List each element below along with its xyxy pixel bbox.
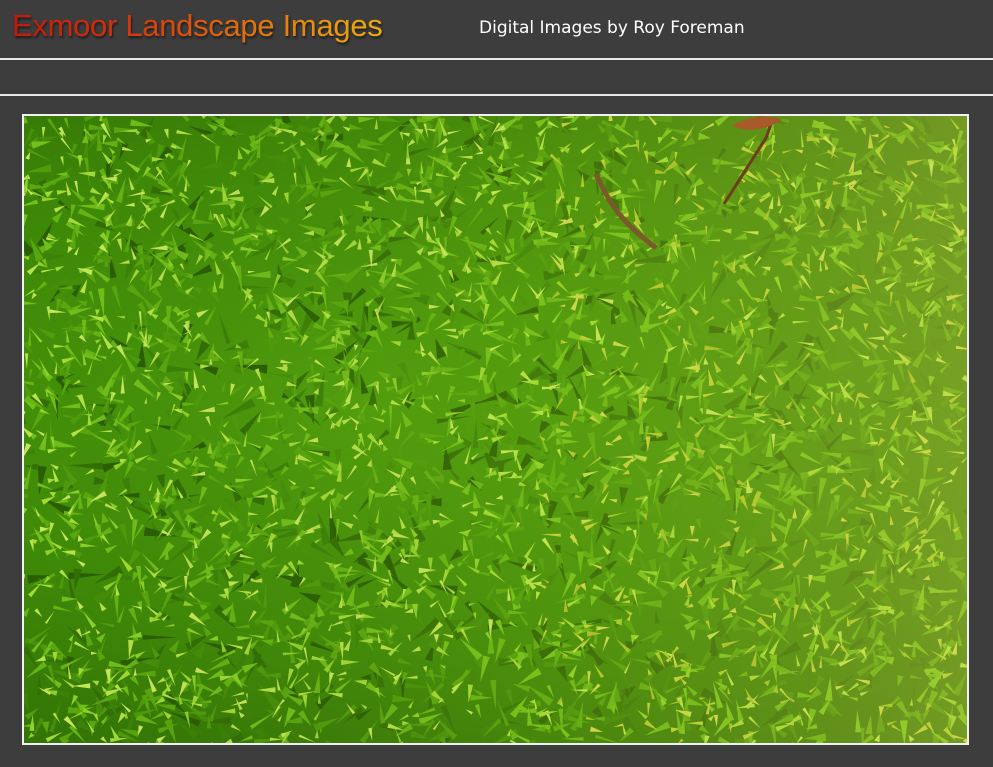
moss-photo bbox=[24, 116, 967, 743]
site-subtitle: Digital Images by Roy Foreman bbox=[479, 18, 745, 38]
site-title[interactable]: Exmoor Landscape Images bbox=[12, 8, 383, 44]
site-header: Exmoor Landscape Images Digital Images b… bbox=[0, 0, 993, 60]
moss-yellow-tint bbox=[24, 116, 967, 743]
photo-frame bbox=[22, 114, 969, 745]
page: Exmoor Landscape Images Digital Images b… bbox=[0, 0, 993, 767]
nav-bar bbox=[0, 60, 993, 96]
